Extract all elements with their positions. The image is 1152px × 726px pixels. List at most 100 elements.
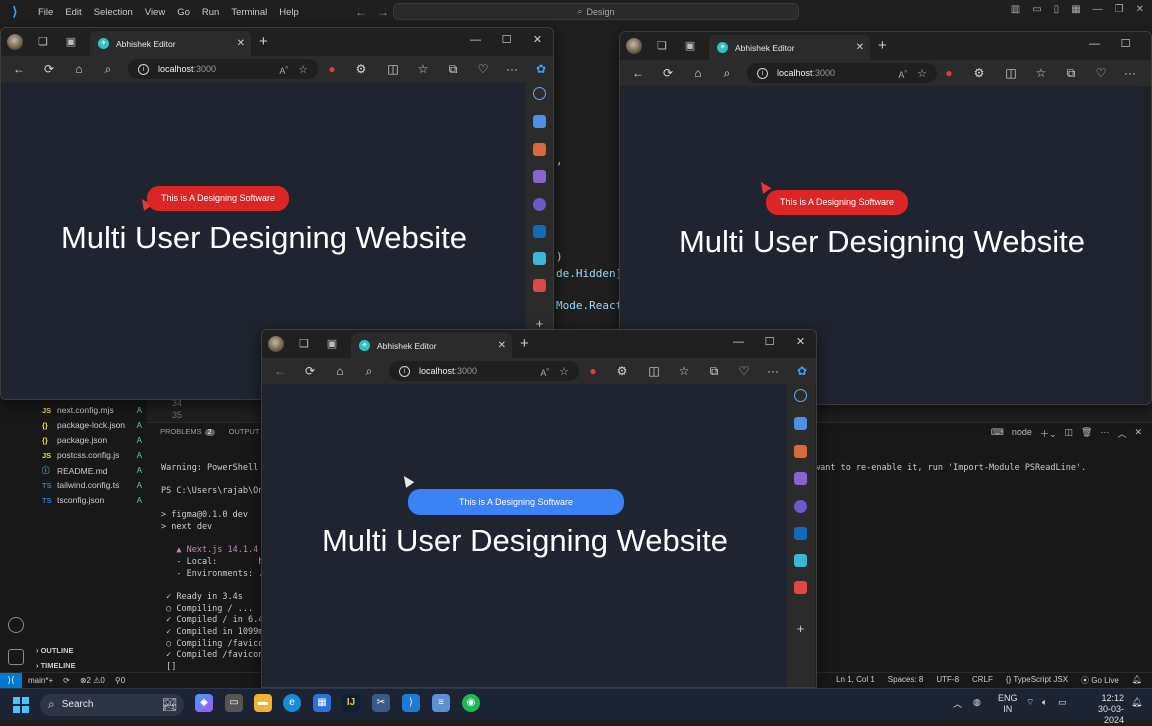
bell-icon[interactable]: 🔔︎	[1132, 675, 1142, 686]
forward-arrow-icon[interactable]: →	[377, 5, 389, 19]
maximize-icon[interactable]: ☐	[491, 32, 522, 48]
vscode-app-icon[interactable]: ⟩	[402, 694, 420, 712]
toolbox-icon[interactable]	[794, 445, 807, 458]
refresh-icon[interactable]: ⟳	[660, 65, 676, 81]
close-tab-icon[interactable]: ✕	[498, 340, 506, 351]
site-info-icon[interactable]: i	[757, 67, 768, 79]
close-panel-icon[interactable]: ✕	[1134, 427, 1142, 440]
read-aloud-icon[interactable]: Aⁿ	[540, 365, 549, 378]
tab-output[interactable]: OUTPUT	[229, 427, 260, 436]
search-icon[interactable]	[533, 87, 546, 100]
tab-actions-icon[interactable]: ▣	[682, 38, 698, 54]
address-bar[interactable]: i localhost:3000 Aⁿ ☆	[128, 59, 318, 79]
menu-edit[interactable]: Edit	[59, 7, 87, 18]
favorite-star-icon[interactable]: ☆	[559, 365, 569, 378]
sidebar-icon[interactable]: ▯	[1054, 4, 1060, 15]
split-screen-icon[interactable]: ◫	[646, 363, 662, 379]
close-tab-icon[interactable]: ✕	[237, 38, 245, 49]
layout-icon[interactable]: ▥	[1011, 4, 1020, 15]
browser-tab[interactable]: ✦ Abhishek Editor ✕	[90, 31, 251, 56]
favorite-star-icon[interactable]: ☆	[917, 67, 927, 80]
home-icon[interactable]: ⌂	[690, 65, 706, 81]
customize-layout-icon[interactable]: ▦	[1071, 4, 1080, 15]
more-icon[interactable]: ···	[1100, 427, 1109, 440]
spotify-app-icon[interactable]: ◉	[462, 694, 480, 712]
close-icon[interactable]: ✕	[1136, 4, 1144, 15]
more-icon[interactable]: ···	[504, 61, 520, 77]
terminal-cursor[interactable]: []	[161, 662, 176, 672]
extensions-icon[interactable]: ⚙	[614, 363, 630, 379]
terminal-shell-name[interactable]: node	[1012, 427, 1032, 440]
app-icon[interactable]	[794, 581, 807, 594]
search-icon[interactable]: ⌕	[719, 65, 735, 81]
profile-avatar[interactable]	[7, 34, 23, 50]
sync-icon[interactable]: ⟳	[63, 676, 70, 685]
volume-icon[interactable]: 🔈︎	[1042, 697, 1047, 708]
app-icon[interactable]	[533, 279, 546, 292]
outline-section[interactable]: › OUTLINE	[36, 646, 74, 655]
trash-icon[interactable]: 🗑	[1081, 427, 1092, 440]
language-mode[interactable]: {} TypeScript JSX	[1006, 675, 1068, 686]
errors-warnings[interactable]: ⊗2 ⚠0	[80, 676, 105, 685]
remote-icon[interactable]: ⟩⟨	[0, 672, 22, 689]
minimize-icon[interactable]: —	[1079, 36, 1110, 52]
outlook-icon[interactable]	[533, 225, 546, 238]
menu-view[interactable]: View	[139, 7, 171, 18]
explorer-file[interactable]: JS postcss.config.js A	[42, 450, 142, 460]
search-icon[interactable]	[794, 389, 807, 402]
search-icon[interactable]: ⌕	[361, 363, 377, 379]
back-icon[interactable]: ←	[272, 363, 288, 379]
settings-gear-icon[interactable]	[8, 649, 24, 665]
copilot-icon[interactable]: ✿	[533, 61, 549, 77]
task-view-icon[interactable]: ▭	[225, 694, 243, 712]
tab-problems[interactable]: PROBLEMS 2	[160, 427, 215, 436]
extensions-icon[interactable]: ⚙	[971, 65, 987, 81]
ublock-extension-icon[interactable]: ●	[941, 65, 957, 81]
menu-file[interactable]: File	[32, 7, 59, 18]
profile-avatar[interactable]	[268, 336, 284, 352]
line-endings[interactable]: CRLF	[972, 675, 993, 686]
close-tab-icon[interactable]: ✕	[856, 42, 864, 53]
copilot-icon[interactable]: ✿	[794, 363, 810, 379]
favorites-icon[interactable]: ☆	[1033, 65, 1049, 81]
minimize-icon[interactable]: —	[723, 334, 754, 350]
performance-icon[interactable]: ♡	[475, 61, 491, 77]
collections-icon[interactable]: ⧉	[706, 363, 722, 379]
menu-help[interactable]: Help	[273, 7, 305, 18]
collections-icon[interactable]: ⧉	[445, 61, 461, 77]
cursor-position[interactable]: Ln 1, Col 1	[836, 675, 875, 686]
ublock-extension-icon[interactable]: ●	[585, 363, 601, 379]
games-icon[interactable]	[533, 170, 546, 183]
workspaces-icon[interactable]: ❏	[296, 336, 312, 352]
wifi-icon[interactable]: ⌔	[1026, 697, 1034, 708]
explorer-file[interactable]: JS next.config.mjs A	[42, 405, 142, 415]
go-live-button[interactable]: ⦿ Go Live	[1081, 675, 1119, 686]
explorer-file[interactable]: {} package.json A	[42, 435, 142, 445]
ublock-extension-icon[interactable]: ●	[324, 61, 340, 77]
more-icon[interactable]: ···	[1122, 65, 1138, 81]
home-icon[interactable]: ⌂	[71, 61, 87, 77]
command-center[interactable]: ⌕ Design	[393, 3, 799, 20]
store-app-icon[interactable]: ▦	[313, 694, 331, 712]
maximize-panel-icon[interactable]: ︿	[1117, 427, 1126, 440]
menu-selection[interactable]: Selection	[88, 7, 139, 18]
timeline-section[interactable]: › TIMELINE	[36, 661, 76, 670]
more-icon[interactable]: ···	[765, 363, 781, 379]
menu-terminal[interactable]: Terminal	[225, 7, 273, 18]
edge-app-icon[interactable]: e	[283, 694, 301, 712]
collections-icon[interactable]: ⧉	[1063, 65, 1079, 81]
refresh-icon[interactable]: ⟳	[41, 61, 57, 77]
new-tab-icon[interactable]: +	[259, 34, 268, 50]
add-icon[interactable]: +	[794, 622, 807, 635]
close-window-icon[interactable]: ✕	[522, 32, 553, 48]
account-icon[interactable]	[8, 617, 24, 633]
tab-actions-icon[interactable]: ▣	[63, 34, 79, 50]
tab-actions-icon[interactable]: ▣	[324, 336, 340, 352]
git-branch[interactable]: main*+	[28, 676, 53, 685]
search-icon[interactable]: ⌕	[100, 61, 116, 77]
maximize-icon[interactable]: ☐	[754, 334, 785, 350]
browser-tab[interactable]: ✦ Abhishek Editor ✕	[709, 35, 870, 60]
drop-icon[interactable]	[794, 554, 807, 567]
battery-icon[interactable]: ▭	[1058, 697, 1067, 708]
read-aloud-icon[interactable]: Aⁿ	[898, 67, 907, 80]
